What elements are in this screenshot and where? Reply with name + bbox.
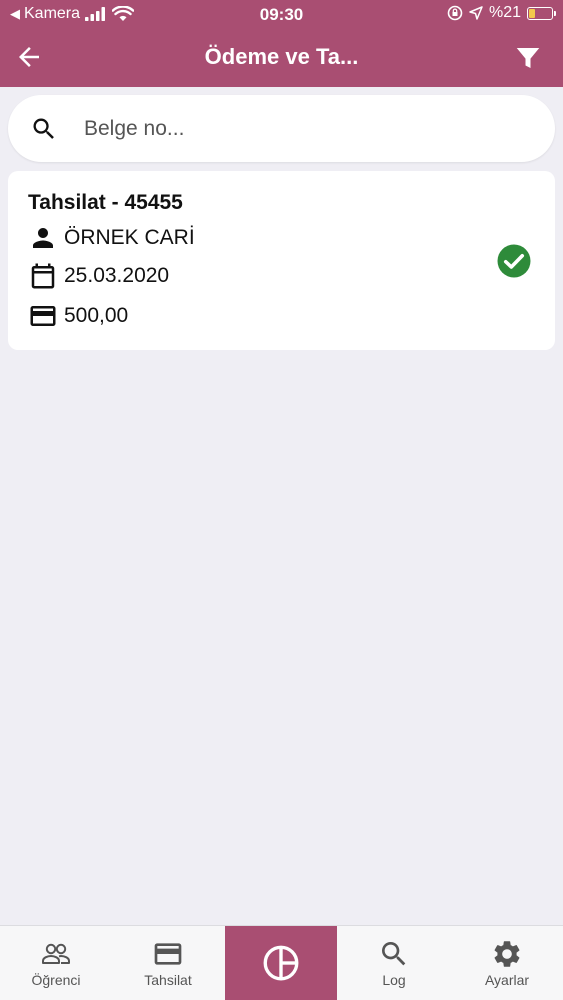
record-date: 25.03.2020: [64, 264, 170, 287]
top-bar: ◀ Kamera 09:30 %21 Ödeme ve Ta...: [0, 0, 563, 87]
tab-label: Tahsilat: [144, 972, 192, 988]
tab-ayarlar[interactable]: Ayarlar: [451, 926, 563, 1000]
search-icon: [382, 942, 406, 966]
status-right: %21: [447, 4, 556, 22]
tab-ogrenci[interactable]: Öğrenci: [0, 926, 112, 1000]
person-icon: [33, 228, 53, 248]
people-icon: [42, 943, 70, 964]
check-circle-icon: [497, 244, 531, 278]
tab-label: Öğrenci: [31, 972, 81, 988]
tab-log[interactable]: Log: [338, 926, 450, 1000]
record-amount: 500,00: [64, 304, 129, 327]
date-row: 25.03.2020: [28, 261, 169, 291]
gear-icon: [494, 941, 520, 967]
bottom-tab-bar: Öğrenci Tahsilat Log Ayarlar: [0, 925, 563, 1000]
location-icon: [469, 6, 483, 20]
battery-percent: %21: [488, 4, 521, 21]
calendar-icon: [31, 263, 55, 289]
tab-tahsilat[interactable]: Tahsilat: [112, 926, 224, 1000]
record-title: Tahsilat - 45455: [28, 191, 183, 214]
customer-row: ÖRNEK CARİ: [28, 223, 195, 253]
credit-card-icon: [30, 306, 56, 326]
filter-icon[interactable]: [513, 43, 543, 73]
status-bar: ◀ Kamera 09:30 %21: [0, 0, 563, 30]
customer-name: ÖRNEK CARİ: [64, 226, 195, 249]
record-card[interactable]: Tahsilat - 45455 ÖRNEK CARİ 25.03.2020 5…: [8, 171, 555, 350]
tab-label: Ayarlar: [484, 972, 530, 988]
page-title: Ödeme ve Ta...: [204, 44, 359, 69]
nav-bar: Ödeme ve Ta...: [0, 30, 563, 87]
credit-card-icon: [154, 943, 182, 965]
rotation-lock-icon: [447, 5, 463, 21]
search-icon: [33, 118, 54, 139]
amount-row: 500,00: [28, 301, 128, 331]
search-bar: [8, 95, 555, 162]
pie-chart-icon: [263, 945, 299, 981]
search-input[interactable]: [84, 112, 524, 146]
tab-label: Log: [382, 972, 406, 988]
tab-dashboard[interactable]: [225, 926, 337, 1000]
battery-icon: [527, 6, 556, 20]
